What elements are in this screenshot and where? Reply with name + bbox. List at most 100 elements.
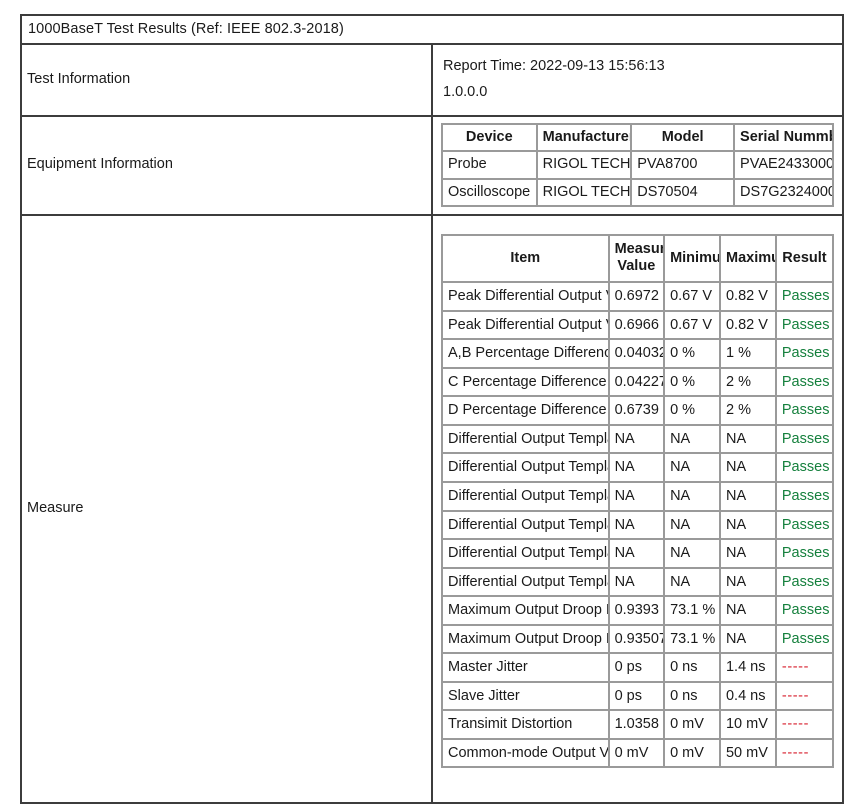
measure-value: 0 ps — [608, 653, 665, 682]
measure-header-item: Item — [442, 235, 609, 283]
measure-minimum: 0 % — [664, 339, 720, 368]
status-badge: ----- — [775, 710, 833, 739]
report-time: Report Time: 2022-09-13 15:56:13 — [443, 58, 665, 74]
measure-value: 0.6739 % — [608, 396, 665, 425]
measure-maximum: 2 % — [719, 367, 776, 397]
measure-item: Common-mode Output Voltage — [442, 738, 609, 768]
measure-item: Maximum Output Droop FG — [442, 596, 609, 625]
status-badge: Passes — [775, 624, 833, 654]
equipment-model: DS70504 — [631, 178, 735, 207]
measure-header-measured-value: MeasuredValue — [608, 235, 665, 283]
table-row: Maximum Output Droop HJ0.93507 %73.1 %NA… — [442, 624, 833, 654]
table-row: Maximum Output Droop FG0.9393 %73.1 %NAP… — [442, 596, 833, 625]
measure-item: Peak Differential Output Voltage A — [442, 282, 609, 311]
measure-maximum: NA — [719, 510, 776, 540]
measure-minimum: 0 mV — [664, 710, 720, 739]
measure-value: 0 ps — [608, 681, 665, 711]
equipment-model: PVA8700 — [631, 151, 735, 179]
status-badge: Passes — [775, 310, 833, 340]
equipment-serial-number: DS7G232400009 — [734, 178, 833, 207]
status-badge: Passes — [775, 282, 833, 311]
table-row: Common-mode Output Voltage0 mV0 mV50 mV-… — [442, 738, 833, 768]
status-badge: Passes — [775, 396, 833, 425]
section-label-measure: Measure — [21, 215, 432, 804]
measure-item: Differential Output Template A — [442, 424, 609, 454]
section-label-test-information: Test Information — [21, 44, 432, 116]
measure-header-minimum: Minimum — [664, 235, 720, 283]
table-row: Differential Output Template CNANANAPass… — [442, 481, 833, 511]
measure-value: 0.04227 % — [608, 367, 665, 397]
equipment-header-serial-number: Serial Nummber — [734, 123, 833, 152]
measure-minimum: 0.67 V — [664, 282, 720, 311]
test-information-row: Test Information Report Time: 2022-09-13… — [21, 44, 843, 116]
measure-value: 0.9393 % — [608, 596, 665, 625]
equipment-table: Device Manufacturer Model Serial Nummber… — [441, 122, 834, 208]
measure-value: 0.6966 % — [608, 310, 665, 340]
measure-minimum: 73.1 % — [664, 596, 720, 625]
equipment-device: Probe — [442, 151, 537, 179]
measure-maximum: 2 % — [719, 396, 776, 425]
status-badge: Passes — [775, 339, 833, 368]
status-badge: ----- — [775, 653, 833, 682]
status-badge: Passes — [775, 596, 833, 625]
test-information-content: Report Time: 2022-09-13 15:56:13 1.0.0.0 — [432, 44, 843, 116]
table-row: A,B Percentage Difference0.04032 %0 %1 %… — [442, 339, 833, 368]
measure-value: NA — [608, 481, 665, 511]
measure-value: 0.93507 % — [608, 624, 665, 654]
table-row: Differential Output Template HNANANAPass… — [442, 567, 833, 597]
measure-maximum: NA — [719, 596, 776, 625]
status-badge: Passes — [775, 481, 833, 511]
table-row: Master Jitter 0 ps 0 ns 1.4 ns ----- — [442, 653, 833, 682]
table-row: Differential Output Template BNANANAPass… — [442, 453, 833, 482]
measure-value: NA — [608, 510, 665, 540]
equipment-device: Oscilloscope — [442, 178, 537, 207]
status-badge: Passes — [775, 539, 833, 568]
status-badge: Passes — [775, 510, 833, 540]
measure-item: Peak Differential Output Voltage B — [442, 310, 609, 340]
measure-item: Slave Jitter — [442, 681, 609, 711]
equipment-manufacturer: RIGOL TECHNOLOGIES — [536, 151, 632, 179]
report-page: 1000BaseT Test Results (Ref: IEEE 802.3-… — [20, 14, 844, 804]
table-row: Differential Output Template FNANANAPass… — [442, 539, 833, 568]
measure-value: 1.0358 mV — [608, 710, 665, 739]
measure-header-row: Item MeasuredValue Minimum Maximum Resul… — [442, 235, 833, 283]
page-title: 1000BaseT Test Results (Ref: IEEE 802.3-… — [21, 15, 843, 44]
measure-maximum: 1 % — [719, 339, 776, 368]
equipment-manufacturer: RIGOL TECHNOLOGIES — [536, 178, 632, 207]
section-label-equipment-information: Equipment Information — [21, 115, 432, 216]
measure-item: Maximum Output Droop HJ — [442, 624, 609, 654]
measure-header-measured-value-line1: Measured — [614, 241, 665, 258]
measure-item: Differential Output Template C — [442, 481, 609, 511]
software-version: 1.0.0.0 — [443, 83, 488, 100]
measure-value: 0.04032 % — [608, 339, 665, 368]
measure-item: Differential Output Template B — [442, 453, 609, 482]
table-row: Slave Jitter 0 ps 0 ns 0.4 ns ----- — [442, 681, 833, 711]
measure-minimum: 73.1 % — [664, 624, 720, 654]
measure-header-maximum: Maximum — [719, 235, 776, 283]
measure-minimum: 0 % — [664, 396, 720, 425]
table-row: Oscilloscope RIGOL TECHNOLOGIES DS70504 … — [442, 178, 833, 207]
title-row: 1000BaseT Test Results (Ref: IEEE 802.3-… — [21, 15, 843, 44]
measure-minimum: NA — [664, 539, 720, 568]
measure-maximum: 1.4 ns — [719, 653, 776, 682]
measure-row: Measure Item MeasuredValue Minimum Maxim… — [21, 215, 843, 804]
measure-value: NA — [608, 424, 665, 454]
measure-value: 0.6972 V — [608, 282, 665, 311]
report-table: 1000BaseT Test Results (Ref: IEEE 802.3-… — [20, 14, 844, 804]
measure-value: NA — [608, 539, 665, 568]
measure-minimum: NA — [664, 510, 720, 540]
measure-minimum: 0 mV — [664, 738, 720, 768]
table-row: Differential Output Template DNANANAPass… — [442, 510, 833, 540]
equipment-header-manufacturer: Manufacturer — [536, 123, 632, 152]
equipment-header-device: Device — [442, 123, 537, 152]
measure-minimum: NA — [664, 453, 720, 482]
measure-item: Transimit Distortion — [442, 710, 609, 739]
table-row: Peak Differential Output Voltage B0.6966… — [442, 310, 833, 340]
measure-item: C Percentage Difference — [442, 367, 609, 397]
measure-maximum: 0.82 V — [719, 282, 776, 311]
table-row: D Percentage Difference0.6739 %0 %2 %Pas… — [442, 396, 833, 425]
measure-item: Differential Output Template H — [442, 567, 609, 597]
measure-table-body: Peak Differential Output Voltage A0.6972… — [442, 282, 833, 768]
measure-minimum: 0.67 V — [664, 310, 720, 340]
measure-maximum: 0.82 V — [719, 310, 776, 340]
